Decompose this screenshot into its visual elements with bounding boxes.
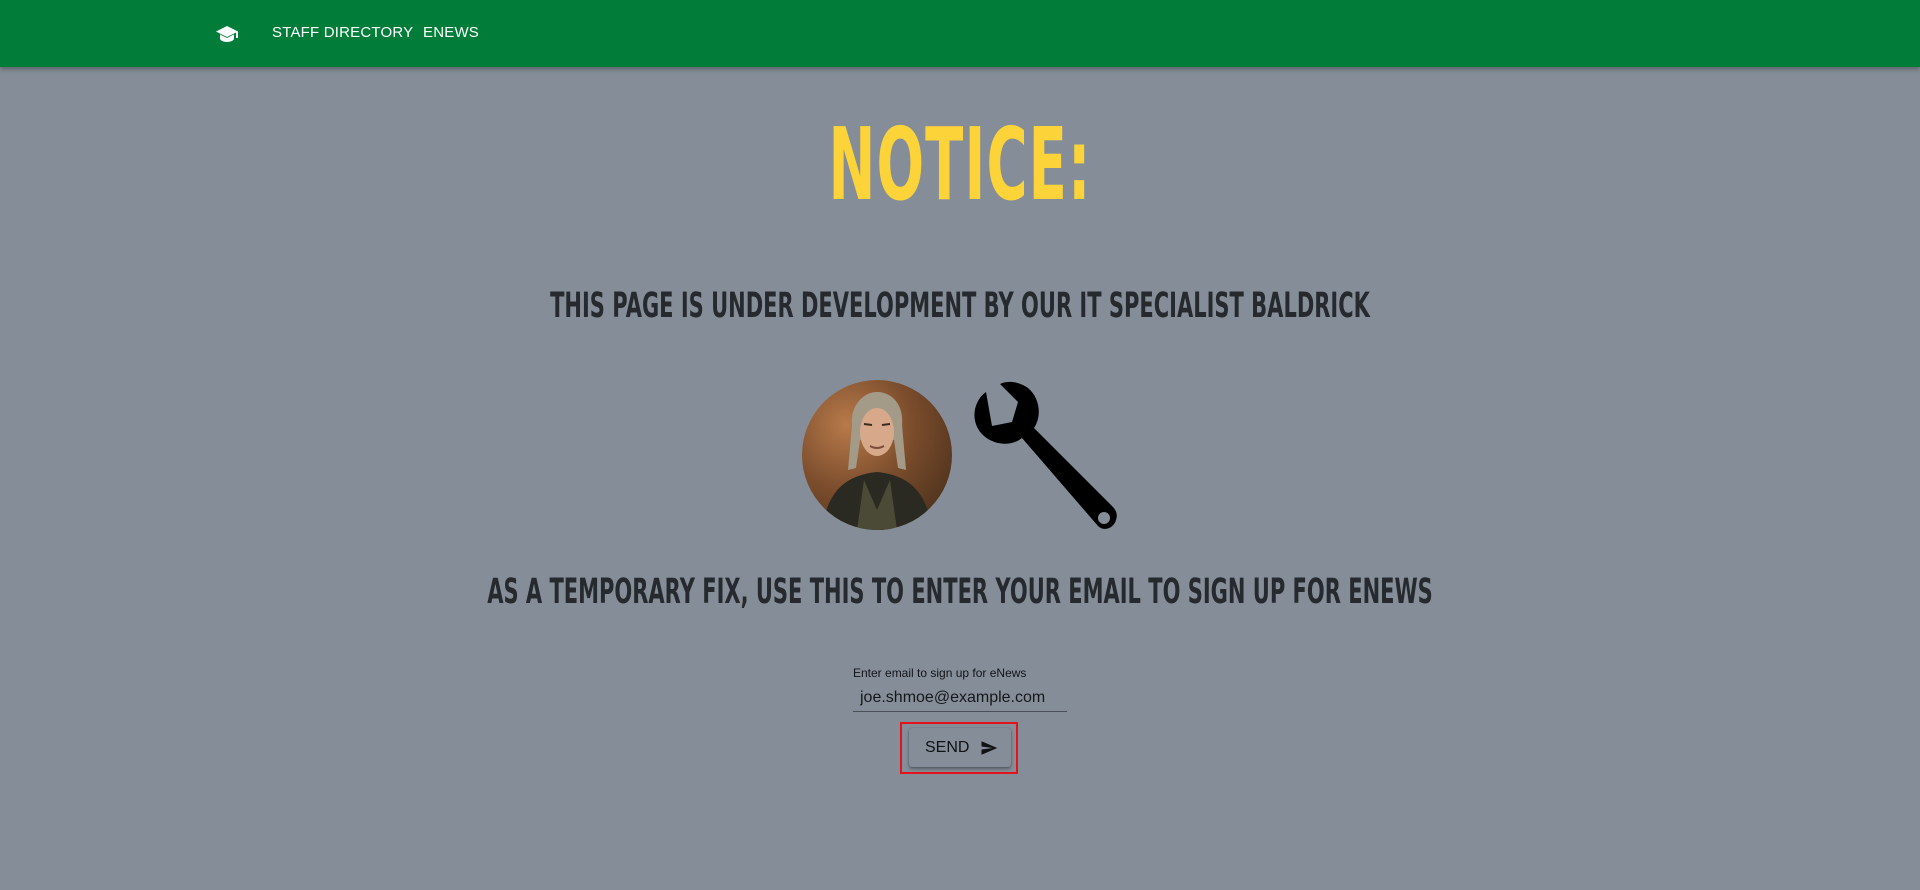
send-button-label: SEND — [925, 739, 970, 756]
notice-title: NOTICE: — [828, 106, 1092, 223]
nav-link-staff-directory[interactable]: STAFF DIRECTORY — [272, 24, 413, 41]
development-message: THIS PAGE IS UNDER DEVELOPMENT BY OUR IT… — [550, 286, 1370, 326]
top-navbar: STAFF DIRECTORY ENEWS — [0, 0, 1920, 67]
email-field[interactable] — [853, 685, 1067, 712]
nav-link-enews[interactable]: ENEWS — [423, 24, 479, 41]
temporary-fix-message: AS A TEMPORARY FIX, USE THIS TO ENTER YO… — [487, 572, 1433, 612]
send-icon — [981, 741, 998, 755]
graduation-cap-icon[interactable] — [215, 22, 239, 46]
person-figure — [822, 392, 932, 530]
send-button[interactable]: SEND — [909, 728, 1011, 767]
wrench-icon — [974, 381, 1117, 529]
email-field-label: Enter email to sign up for eNews — [853, 666, 1027, 680]
baldrick-photo — [802, 380, 952, 530]
